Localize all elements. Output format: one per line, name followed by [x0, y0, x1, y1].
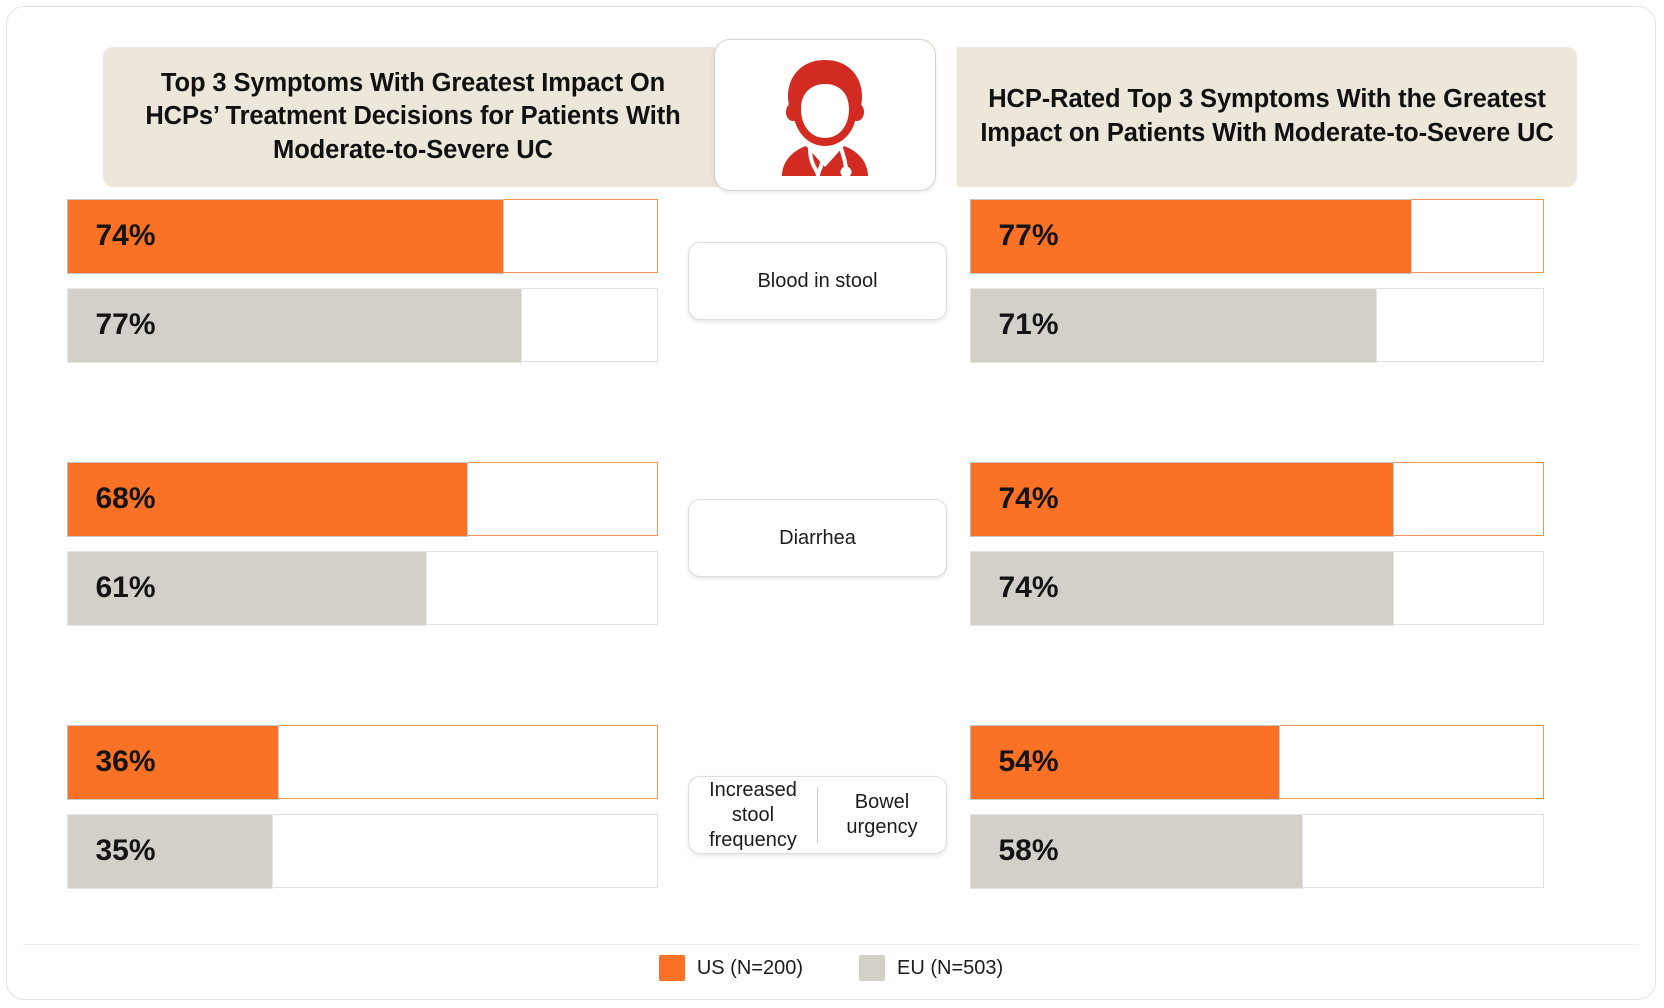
bar-fill-left-3-eu: 35% [66, 813, 274, 889]
doctor-icon [766, 54, 884, 176]
bar-fill-left-2-eu: 61% [66, 550, 427, 626]
bar-fill-right-1-us: 77% [969, 198, 1412, 274]
symptom-pill-label-right: Bowel urgency [846, 791, 918, 838]
symptom-pill-label: Diarrhea [779, 526, 856, 549]
bar-fill-right-2-us: 74% [969, 461, 1395, 537]
bar-fill-right-2-eu: 74% [969, 550, 1395, 626]
bar-track-right-3-eu: 58% [969, 813, 1544, 889]
bar-track-right-3-us: 54% [969, 724, 1544, 800]
legend-item-eu: EU (N=503) [859, 955, 1003, 981]
bar-value-right-2-eu: 74% [998, 571, 1059, 604]
bar-value-left-1-us: 74% [95, 219, 156, 252]
bar-value-right-2-us: 74% [998, 482, 1059, 515]
infographic-card: Top 3 Symptoms With Greatest Impact On H… [6, 6, 1656, 1000]
bar-track-left-3-us: 36% [66, 724, 658, 800]
bar-fill-left-1-us: 74% [66, 198, 504, 274]
bar-track-right-1-us: 77% [969, 198, 1544, 274]
bar-fill-right-1-eu: 71% [969, 287, 1377, 363]
bar-fill-right-3-us: 54% [969, 724, 1280, 800]
bar-value-left-3-eu: 35% [95, 834, 156, 867]
bar-track-left-1-us: 74% [66, 198, 658, 274]
bar-value-right-3-us: 54% [998, 745, 1059, 778]
bar-fill-left-1-eu: 77% [66, 287, 522, 363]
bar-fill-left-2-us: 68% [66, 461, 469, 537]
symptom-pill-diarrhea: Diarrhea [688, 499, 947, 577]
bar-track-right-1-eu: 71% [969, 287, 1544, 363]
bar-value-left-1-eu: 77% [95, 308, 156, 341]
bar-value-left-2-eu: 61% [95, 571, 156, 604]
symptom-pill-split: Increased stool frequency Bowel urgency [688, 776, 947, 854]
symptom-pill-label-left: Increased stool frequency [709, 778, 797, 851]
legend-label-eu: EU (N=503) [897, 956, 1004, 979]
legend-swatch-us [658, 955, 685, 981]
right-panel-title: HCP-Rated Top 3 Symptoms With the Greate… [957, 47, 1577, 187]
bar-value-right-3-eu: 58% [998, 834, 1059, 867]
bar-value-left-2-us: 68% [95, 482, 156, 515]
legend: US (N=200) EU (N=503) [7, 951, 1655, 985]
bar-track-left-2-eu: 61% [66, 550, 658, 626]
doctor-badge [714, 39, 936, 191]
symptom-pill-blood-in-stool: Blood in stool [688, 242, 947, 320]
bar-track-right-2-us: 74% [969, 461, 1544, 537]
legend-divider [23, 944, 1639, 945]
left-panel-title: Top 3 Symptoms With Greatest Impact On H… [103, 47, 723, 187]
bar-track-right-2-eu: 74% [969, 550, 1544, 626]
bar-value-right-1-us: 77% [998, 219, 1059, 252]
symptom-pill-label: Blood in stool [757, 269, 878, 292]
bar-fill-left-3-us: 36% [66, 724, 280, 800]
bar-value-right-1-eu: 71% [998, 308, 1059, 341]
legend-label-us: US (N=200) [696, 956, 803, 979]
bar-track-left-1-eu: 77% [66, 287, 658, 363]
bar-value-left-3-us: 36% [95, 745, 156, 778]
bar-track-left-2-us: 68% [66, 461, 658, 537]
bar-fill-right-3-eu: 58% [969, 813, 1303, 889]
legend-item-us: US (N=200) [658, 955, 803, 981]
bar-track-left-3-eu: 35% [66, 813, 658, 889]
legend-swatch-eu [859, 955, 885, 981]
